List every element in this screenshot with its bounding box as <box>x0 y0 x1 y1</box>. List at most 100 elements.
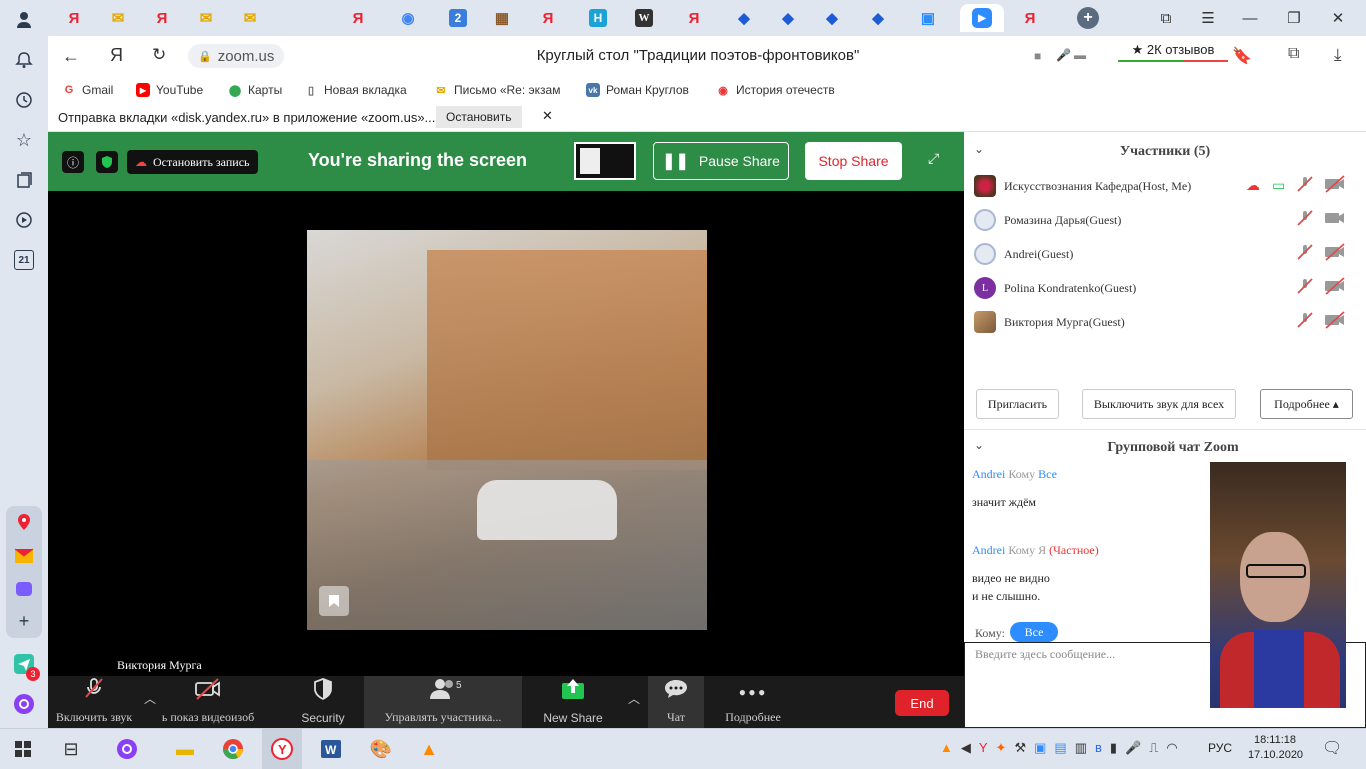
add-icon[interactable]: + <box>10 607 38 635</box>
message-sender[interactable]: Andrei <box>972 543 1005 557</box>
bookmark-icon[interactable]: 🔖 <box>1232 46 1252 66</box>
usb-icon[interactable]: ⎍ <box>1149 740 1158 756</box>
stop-share-button[interactable]: Stop Share <box>805 142 902 180</box>
participant-row[interactable]: Искусствознания Кафедра(Host, Me) ☁ ▭ <box>974 171 1354 201</box>
printer-tray-icon[interactable]: ▥ <box>1075 740 1087 756</box>
bookmark-maps[interactable]: ⬤ Карты <box>228 81 282 99</box>
yandex-browser-taskbar-icon[interactable]: Y <box>262 729 302 769</box>
fox-tray-icon[interactable]: ✦ <box>996 740 1007 756</box>
new-share-button[interactable]: New Share <box>532 676 614 728</box>
unmute-button[interactable]: Включить звук <box>48 676 140 728</box>
alice-icon[interactable] <box>10 690 38 718</box>
profile-icon[interactable] <box>10 6 38 34</box>
bookmark-youtube[interactable]: ▶ YouTube <box>136 81 203 99</box>
restore-icon[interactable]: ❐ <box>1274 4 1314 32</box>
extensions-icon[interactable]: ⧉ <box>1288 45 1299 63</box>
tab-item[interactable]: ◆ <box>812 4 852 32</box>
vlc-icon[interactable]: ▲ <box>414 735 444 763</box>
chrome-taskbar-icon[interactable] <box>218 735 248 763</box>
wifi-icon[interactable]: ◠ <box>1166 740 1177 756</box>
bookmark-gmail[interactable]: G Gmail <box>62 81 114 99</box>
participant-row[interactable]: Виктория Мурга(Guest) <box>974 307 1354 337</box>
tab-item[interactable]: Я <box>338 4 378 32</box>
tab-item[interactable]: Я <box>142 4 182 32</box>
close-window-icon[interactable]: ✕ <box>1318 4 1358 32</box>
video-icon[interactable] <box>10 206 38 234</box>
tab-item[interactable]: ◆ <box>858 4 898 32</box>
invite-button[interactable]: Пригласить <box>976 389 1059 419</box>
tab-item[interactable]: ✉ <box>186 4 226 32</box>
mute-all-button[interactable]: Выключить звук для всех <box>1082 389 1236 419</box>
battery-icon[interactable]: ▮ <box>1110 740 1117 756</box>
clock[interactable]: 18:11:18 17.10.2020 <box>1248 733 1303 763</box>
star-icon[interactable]: ☆ <box>10 126 38 154</box>
participant-row[interactable]: Andrei(Guest) <box>974 239 1354 269</box>
vlc-tray-icon[interactable]: ▲ <box>940 740 953 756</box>
chat-button[interactable]: Чат <box>648 676 704 728</box>
mic-icon[interactable]: 🎤 <box>1056 48 1071 62</box>
task-view-icon[interactable]: ⊟ <box>56 735 86 763</box>
tab-item[interactable]: ◉ <box>388 4 428 32</box>
more-button[interactable]: ••• Подробнее <box>716 676 790 728</box>
start-video-button[interactable]: ь показ видеоизоб <box>162 676 254 728</box>
minimize-icon[interactable]: — <box>1230 4 1270 32</box>
tab-item[interactable]: ▦ <box>482 4 522 32</box>
notification-stop-button[interactable]: Остановить <box>436 106 522 128</box>
notifications-icon[interactable]: 🗨 <box>1322 738 1342 758</box>
tab-zoom-active[interactable]: ▶ <box>960 4 1004 32</box>
yandex-logo[interactable]: Я <box>110 45 123 66</box>
bookmark-history[interactable]: ◉ История отечеств <box>716 81 835 99</box>
reload-icon[interactable]: ↻ <box>152 45 166 65</box>
participants-more-button[interactable]: Подробнее ▴ <box>1260 389 1353 419</box>
paint-icon[interactable]: 🎨 <box>366 735 396 763</box>
share-options-chevron-icon[interactable]: ︿ <box>628 690 640 707</box>
audio-options-chevron-icon[interactable]: ︿ <box>144 690 156 707</box>
message-sender[interactable]: Andrei <box>972 467 1005 481</box>
shield-icon[interactable] <box>96 151 118 173</box>
url-pill[interactable]: 🔒 zoom.us <box>188 44 285 68</box>
participant-row[interactable]: L Polina Kondratenko(Guest) <box>974 273 1354 303</box>
map-pin-icon[interactable] <box>10 508 38 536</box>
history-icon[interactable] <box>10 86 38 114</box>
participant-row[interactable]: Ромазина Дарья(Guest) <box>974 205 1354 235</box>
tab-item[interactable]: Н <box>578 4 618 32</box>
camera-icon[interactable]: ■ <box>1034 49 1041 63</box>
zoom-tray-icon[interactable]: ▣ <box>1034 740 1046 756</box>
floating-video-tile[interactable] <box>1210 462 1346 708</box>
close-icon[interactable]: ✕ <box>542 108 553 124</box>
bookmark-overlay-icon[interactable] <box>319 586 349 616</box>
messenger-icon[interactable] <box>10 575 38 603</box>
tab-item[interactable]: Я <box>674 4 714 32</box>
collections-icon[interactable] <box>10 166 38 194</box>
tool-tray-icon[interactable]: ⚒ <box>1014 740 1026 756</box>
language-indicator[interactable]: РУС <box>1208 741 1232 755</box>
word-icon[interactable]: W <box>316 735 346 763</box>
menu-icon[interactable]: ☰ <box>1188 4 1228 32</box>
tabs-menu-icon[interactable]: ⧉ <box>1146 4 1186 32</box>
tab-item[interactable]: ✉ <box>230 4 270 32</box>
message-recipient[interactable]: Все <box>1038 467 1057 481</box>
end-meeting-button[interactable]: End <box>895 690 949 716</box>
bookmark-vk[interactable]: vk Роман Круглов <box>586 81 689 99</box>
tab-item[interactable]: 2 <box>438 4 478 32</box>
file-explorer-icon[interactable]: ▬ <box>170 735 200 763</box>
pause-share-button[interactable]: ❚❚ Pause Share <box>653 142 789 180</box>
tab-item[interactable]: Я <box>1010 4 1050 32</box>
tab-item[interactable]: W <box>624 4 664 32</box>
fullscreen-icon[interactable]: ⤢ <box>928 150 939 167</box>
tab-item[interactable]: Я <box>54 4 94 32</box>
volume-icon[interactable]: ◀ <box>961 740 971 756</box>
calendar-icon[interactable]: 21 <box>10 246 38 274</box>
tab-item[interactable]: ◆ <box>768 4 808 32</box>
bookmark-mail[interactable]: ✉ Письмо «Re: экзам <box>434 81 560 99</box>
info-icon[interactable]: ⓘ <box>62 151 84 173</box>
screen-thumbnail[interactable] <box>574 142 636 180</box>
mic-tray-icon[interactable]: 🎤 <box>1125 740 1141 756</box>
security-button[interactable]: Security <box>288 676 358 728</box>
windows-start-icon[interactable] <box>8 735 38 763</box>
download-icon[interactable]: ⤓ <box>1334 45 1342 65</box>
reviews-button[interactable]: ★ 2К отзывов <box>1118 42 1228 68</box>
alice-taskbar-icon[interactable] <box>112 735 142 763</box>
message-icon[interactable]: ▬ <box>1074 48 1086 62</box>
back-icon[interactable]: ← <box>62 46 80 67</box>
